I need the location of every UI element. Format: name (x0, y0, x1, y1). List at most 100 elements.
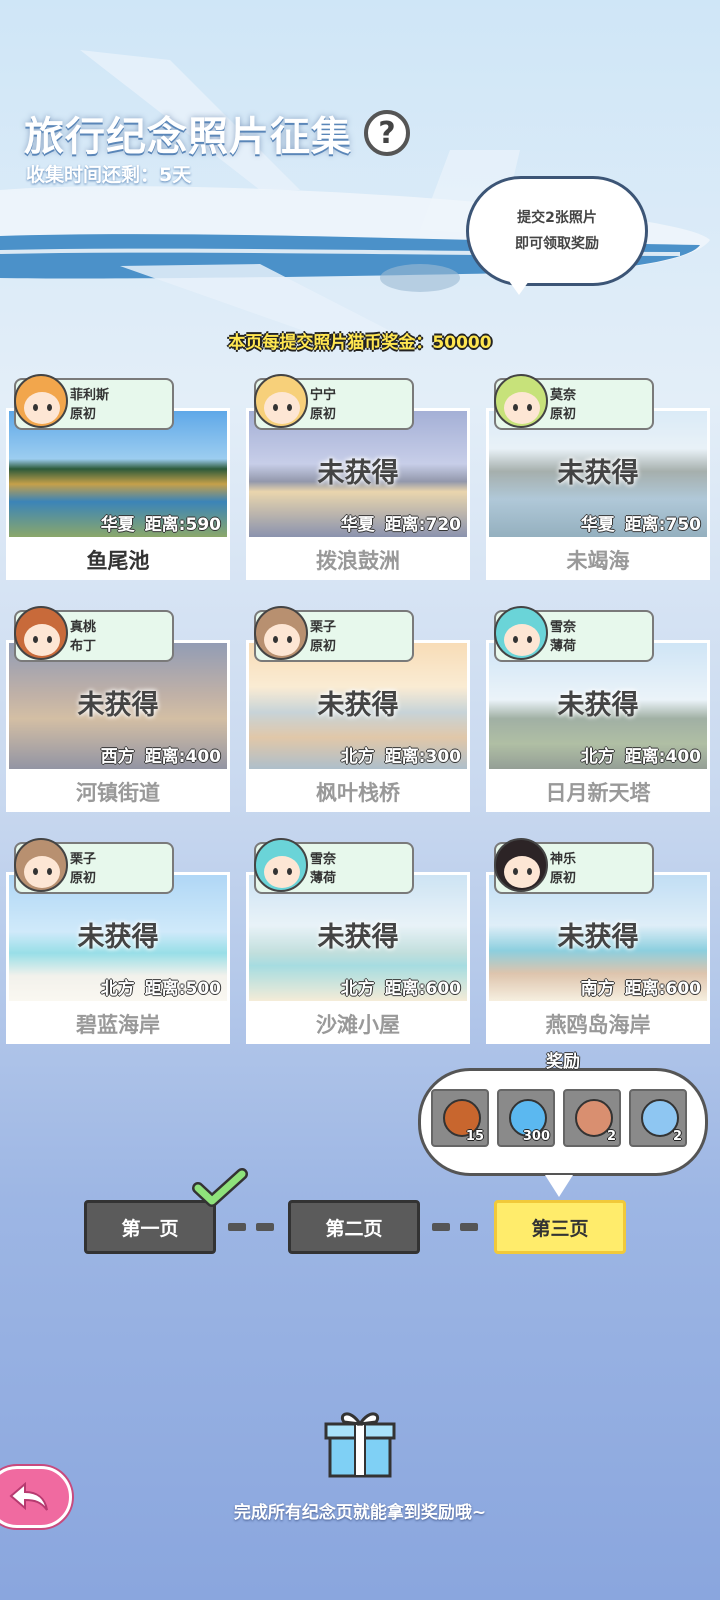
photo-info: 北方 距离:300 (341, 742, 461, 767)
reward-count: 15 (465, 1129, 484, 1144)
photo-card[interactable]: 未获得 北方 距离:300 栗子 原初 枫叶栈桥 (246, 606, 470, 812)
coin-bonus-text: 本页每提交照片猫币奖金：50000 (228, 333, 492, 353)
distance-value: 300 (425, 747, 462, 767)
reward-item[interactable]: 300 (497, 1089, 555, 1147)
character-skin-line: 原初 (310, 407, 337, 422)
distance-label: 距离: (384, 979, 426, 999)
locked-label: 未获得 (317, 922, 399, 953)
photo-card[interactable]: 未获得南方 距离:600 神乐 原初燕鸥岛海岸 (486, 838, 710, 1044)
reward-count: 300 (522, 1129, 550, 1144)
character-name-line: 雪奈 (310, 852, 337, 867)
region-label: 华夏 (580, 515, 615, 535)
reward-item[interactable]: 2 (563, 1089, 621, 1147)
character-tag: 栗子 原初 (254, 606, 414, 662)
photo-card[interactable]: 未获得 西方 距离:400 真桃 布丁 河镇街道 (6, 606, 230, 812)
reward-item[interactable]: 2 (629, 1089, 687, 1147)
photo-card[interactable]: 华夏 距离:590 菲利斯 原初鱼尾池 (6, 374, 230, 580)
hint-bubble: 提交2张照片 即可领取奖励 (466, 176, 648, 295)
page-connector (460, 1223, 478, 1231)
distance-value: 400 (185, 747, 222, 767)
character-avatar (14, 606, 68, 660)
photo-card[interactable]: 未获得 北方 距离:400 雪奈 薄荷 日月新天塔 (486, 606, 710, 812)
character-name-line: 菲利斯 (70, 388, 110, 403)
photo-grid: 华夏 距离:590 菲利斯 原初 鱼尾池 未获得 华夏 距离:720 宁宁 原初 拨浪鼓洲 未获得 华夏… (6, 374, 714, 1044)
reward-count: 2 (672, 1129, 682, 1144)
distance-label: 距离: (144, 747, 186, 767)
character-tag: 宁宁 原初 (254, 374, 414, 430)
character-skin-line: 原初 (70, 871, 97, 886)
photo-card[interactable]: 未获得 华夏 距离:750 莫奈 原初 未竭海 (486, 374, 710, 580)
character-avatar (494, 606, 548, 660)
character-tag: 真桃 布丁 (14, 606, 174, 662)
character-avatar (14, 374, 68, 428)
reward-item[interactable]: 15 (431, 1089, 489, 1147)
character-name: 菲利斯 原初 (70, 386, 109, 424)
locked-label: 未获得 (317, 690, 399, 721)
photo-card[interactable]: 未获得北方 距离:600 雪奈 薄荷沙滩小屋 (246, 838, 470, 1044)
region-label: 南方 (580, 979, 615, 999)
help-icon[interactable]: ? (364, 110, 410, 156)
character-name-line: 雪奈 (550, 620, 577, 635)
location-name: 碧蓝海岸 (6, 1004, 230, 1044)
distance-label: 距离: (144, 979, 186, 999)
gift-icon[interactable] (322, 1404, 398, 1480)
region-label: 华夏 (340, 515, 375, 535)
character-name-line: 真桃 (70, 620, 97, 635)
completed-check-icon (192, 1168, 248, 1207)
character-name: 真桃 布丁 (70, 618, 96, 656)
photo-info: 北方 距离:500 (101, 974, 221, 999)
finish-hint: 完成所有纪念页就能拿到奖励哦~ (233, 1503, 487, 1523)
photo-card[interactable]: 未获得 北方 距离:500 栗子 原初 碧蓝海岸 (6, 838, 230, 1044)
hint-line-1: 提交2张照片 (517, 210, 597, 226)
location-name: 拨浪鼓洲 (246, 540, 470, 580)
character-name-line: 宁宁 (310, 388, 337, 403)
character-tag: 莫奈 原初 (494, 374, 654, 430)
time-remaining: 收集时间还剩：5天 (26, 164, 192, 186)
reward-title: 奖励 (546, 1052, 580, 1072)
character-skin-line: 布丁 (70, 639, 97, 654)
character-tag: 雪奈 薄荷 (494, 606, 654, 662)
location-name: 河镇街道 (6, 772, 230, 812)
locked-label: 未获得 (77, 922, 159, 953)
region-label: 北方 (580, 747, 615, 767)
character-tag: 雪奈 薄荷 (254, 838, 414, 894)
page-1-button[interactable]: 第一页 (84, 1200, 216, 1254)
distance-label: 距离: (624, 979, 666, 999)
character-name: 神乐 原初 (550, 850, 576, 888)
back-button[interactable] (0, 1466, 72, 1528)
region-label: 北方 (100, 979, 135, 999)
region-label: 西方 (100, 747, 135, 767)
location-name: 燕鸥岛海岸 (486, 1004, 710, 1044)
reward-count: 2 (606, 1129, 616, 1144)
page-3-button[interactable]: 第三页 (494, 1200, 626, 1254)
photo-info: 华夏 距离:590 (101, 510, 221, 535)
locked-label: 未获得 (557, 922, 639, 953)
distance-value: 750 (665, 515, 702, 535)
character-name: 雪奈 薄荷 (310, 850, 336, 888)
character-skin-line: 原初 (550, 407, 577, 422)
location-name: 鱼尾池 (6, 540, 230, 580)
distance-label: 距离: (624, 747, 666, 767)
character-avatar (494, 374, 548, 428)
character-avatar (494, 838, 548, 892)
photo-info: 北方 距离:600 (341, 974, 461, 999)
character-avatar (254, 374, 308, 428)
character-name: 莫奈 原初 (550, 386, 576, 424)
distance-label: 距离: (384, 515, 426, 535)
photo-info: 南方 距离:600 (581, 974, 701, 999)
character-name-line: 莫奈 (550, 388, 577, 403)
character-skin-line: 原初 (550, 871, 577, 886)
distance-value: 600 (425, 979, 462, 999)
distance-value: 600 (665, 979, 702, 999)
distance-value: 720 (425, 515, 462, 535)
photo-info: 西方 距离:400 (101, 742, 221, 767)
character-avatar (254, 838, 308, 892)
location-name: 未竭海 (486, 540, 710, 580)
page-2-button[interactable]: 第二页 (288, 1200, 420, 1254)
character-name: 宁宁 原初 (310, 386, 336, 424)
photo-info: 华夏 距离:750 (581, 510, 701, 535)
photo-card[interactable]: 未获得 华夏 距离:720 宁宁 原初 拨浪鼓洲 (246, 374, 470, 580)
character-name: 栗子 原初 (310, 618, 336, 656)
location-name: 沙滩小屋 (246, 1004, 470, 1044)
reward-items: 15 300 2 2 (431, 1089, 687, 1147)
